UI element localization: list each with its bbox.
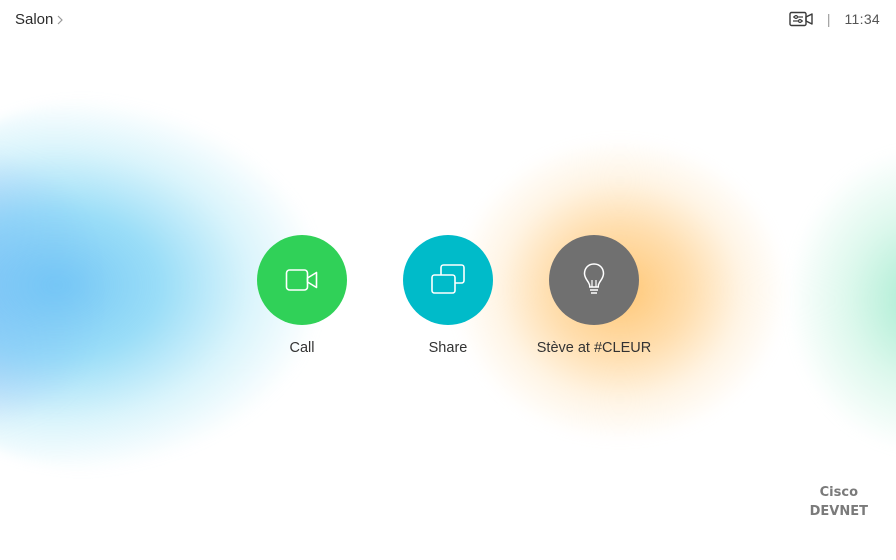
share-button-circle[interactable]	[403, 235, 493, 325]
custom-panel-button-circle[interactable]	[549, 235, 639, 325]
custom-panel-label: Stève at #CLEUR	[536, 340, 652, 356]
share-button[interactable]: Share	[388, 235, 508, 356]
call-button[interactable]: Call	[242, 235, 362, 356]
call-label: Call	[289, 340, 315, 356]
call-button-circle[interactable]	[257, 235, 347, 325]
lightbulb-icon	[583, 263, 605, 294]
action-buttons: Call Share Stève at #CLEUR	[0, 0, 896, 560]
touch-panel-home-screen: Salon | 11:34 Call Share Stève at #CLEUR…	[0, 0, 896, 560]
share-label: Share	[428, 340, 468, 356]
share-screens-icon	[431, 264, 465, 294]
watermark-line-2: DEVNET	[809, 504, 868, 519]
devnet-watermark: Cisco DEVNET	[810, 483, 868, 521]
custom-panel-button[interactable]: Stève at #CLEUR	[533, 235, 655, 356]
video-camera-icon	[285, 269, 318, 291]
watermark-line-1: Cisco	[819, 485, 858, 500]
